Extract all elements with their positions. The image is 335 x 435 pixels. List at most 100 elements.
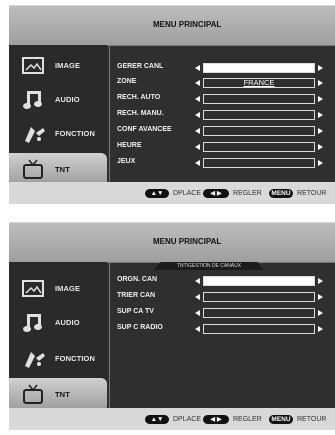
row-label: HEURE xyxy=(117,142,142,149)
left-arrow-icon[interactable] xyxy=(195,65,200,71)
hint-move-label: DPLACE xyxy=(173,415,202,423)
hint-move: ▲▼ DPLACE xyxy=(145,414,201,424)
menu-row-zone[interactable]: ZONE FRANCE xyxy=(117,77,335,89)
menu-row-sup-c-radio[interactable]: SUP C RADIO xyxy=(117,323,335,335)
value-field xyxy=(203,94,315,104)
sidebar-item-label: IMAGE xyxy=(55,284,81,293)
menu-row-gerer-canl[interactable]: GERER CANL xyxy=(117,62,335,74)
menu-row-conf-avancee[interactable]: CONF AVANCEE xyxy=(117,125,335,137)
function-tools-icon xyxy=(25,127,45,143)
function-tools-icon xyxy=(25,352,45,368)
right-arrow-icon[interactable] xyxy=(318,160,323,166)
value-field xyxy=(203,63,315,73)
right-arrow-icon[interactable] xyxy=(318,294,323,300)
right-arrow-icon[interactable] xyxy=(318,96,323,102)
right-arrow-icon[interactable] xyxy=(318,65,323,71)
hint-move: ▲▼ DPLACE xyxy=(145,188,201,198)
sidebar-item-image[interactable]: IMAGE xyxy=(9,49,107,83)
right-arrow-icon[interactable] xyxy=(318,278,323,284)
value-field: FRANCE xyxy=(203,78,315,88)
right-arrow-icon[interactable] xyxy=(318,80,323,86)
sidebar: IMAGE AUDIO FONCTION TNT xyxy=(9,45,107,187)
value-field xyxy=(203,292,315,302)
left-arrow-icon[interactable] xyxy=(195,326,200,332)
tv-icon xyxy=(23,159,43,179)
value-field xyxy=(203,126,315,136)
value-field xyxy=(203,110,315,120)
row-label: RECH. MANU. xyxy=(117,110,164,117)
hint-adjust-label: REGLER xyxy=(233,189,262,197)
hint-adjust: ◀ ▶ REGLER xyxy=(203,188,262,198)
menu-row-rech-manu[interactable]: RECH. MANU. xyxy=(117,109,335,121)
hint-back: MENU RETOUR xyxy=(269,414,326,424)
picture-icon xyxy=(22,57,44,74)
row-label: ZONE xyxy=(117,78,137,85)
sidebar-item-image[interactable]: IMAGE xyxy=(9,272,107,306)
sidebar-item-fonction[interactable]: FONCTION xyxy=(9,342,107,376)
left-arrow-icon[interactable] xyxy=(195,144,200,150)
sidebar-item-label: IMAGE xyxy=(55,61,81,70)
left-arrow-icon[interactable] xyxy=(195,278,200,284)
right-arrow-icon[interactable] xyxy=(318,310,323,316)
value-field xyxy=(203,308,315,318)
row-label: TRIER CAN xyxy=(117,292,156,299)
main-menu-panel: MENU PRINCIPAL IMAGE AUDIO FONCTION TNT … xyxy=(9,5,335,204)
hint-back: MENU RETOUR xyxy=(269,188,326,198)
row-label: SUP CA TV xyxy=(117,308,154,315)
sidebar: IMAGE AUDIO FONCTION TNT xyxy=(9,262,107,412)
breadcrumb-label: TNT\GESTION DE CANAUX xyxy=(176,263,242,269)
right-arrow-icon[interactable] xyxy=(318,112,323,118)
menu-title: MENU PRINCIPAL xyxy=(153,237,222,246)
left-arrow-icon[interactable] xyxy=(195,96,200,102)
sidebar-item-audio[interactable]: AUDIO xyxy=(9,83,107,117)
menu-row-heure[interactable]: HEURE xyxy=(117,141,335,153)
sidebar-item-label: TNT xyxy=(55,165,70,174)
hint-move-label: DPLACE xyxy=(173,189,202,197)
menu-row-sup-ca-tv[interactable]: SUP CA TV xyxy=(117,307,335,319)
right-arrow-icon[interactable] xyxy=(318,128,323,134)
hint-adjust: ◀ ▶ REGLER xyxy=(203,414,262,424)
row-label: JEUX xyxy=(117,158,136,165)
breadcrumb: TNT\GESTION DE CANAUX xyxy=(154,262,264,270)
right-arrow-icon[interactable] xyxy=(318,326,323,332)
key-hint-bar: ▲▼ DPLACE ◀ ▶ REGLER MENU RETOUR xyxy=(9,182,335,204)
sidebar-item-label: AUDIO xyxy=(55,318,80,327)
hint-back-label: RETOUR xyxy=(297,415,327,423)
up-down-key-icon: ▲▼ xyxy=(145,414,169,424)
row-label: GERER CANL xyxy=(117,63,164,70)
menu-row-orgn-can[interactable]: ORGN. CAN xyxy=(117,275,335,287)
row-label: CONF AVANCEE xyxy=(117,126,172,133)
sidebar-item-label: TNT xyxy=(55,390,70,399)
left-arrow-icon[interactable] xyxy=(195,128,200,134)
value-field xyxy=(203,324,315,334)
sidebar-item-tnt[interactable]: TNT xyxy=(9,378,107,412)
menu-row-jeux[interactable]: JEUX xyxy=(117,157,335,169)
music-note-icon xyxy=(23,314,42,332)
tv-icon xyxy=(23,384,43,404)
menu-row-rech-auto[interactable]: RECH. AUTO xyxy=(117,93,335,105)
row-label: RECH. AUTO xyxy=(117,94,161,101)
up-down-key-icon: ▲▼ xyxy=(145,188,169,198)
row-value: FRANCE xyxy=(243,78,275,87)
left-arrow-icon[interactable] xyxy=(195,294,200,300)
sidebar-item-label: AUDIO xyxy=(55,95,80,104)
value-field xyxy=(203,142,315,152)
menu-row-trier-can[interactable]: TRIER CAN xyxy=(117,291,335,303)
sidebar-item-fonction[interactable]: FONCTION xyxy=(9,117,107,151)
left-right-key-icon: ◀ ▶ xyxy=(203,188,229,198)
right-arrow-icon[interactable] xyxy=(318,144,323,150)
menu-key-icon: MENU xyxy=(269,188,293,198)
left-arrow-icon[interactable] xyxy=(195,310,200,316)
left-arrow-icon[interactable] xyxy=(195,160,200,166)
channel-management-panel: MENU PRINCIPAL TNT\GESTION DE CANAUX IMA… xyxy=(9,222,335,430)
value-field xyxy=(203,276,315,286)
menu-title: MENU PRINCIPAL xyxy=(153,20,222,29)
sidebar-item-label: FONCTION xyxy=(55,129,95,138)
row-label: SUP C RADIO xyxy=(117,324,163,331)
sidebar-item-label: FONCTION xyxy=(55,354,95,363)
music-note-icon xyxy=(23,91,42,109)
left-arrow-icon[interactable] xyxy=(195,80,200,86)
sidebar-item-audio[interactable]: AUDIO xyxy=(9,306,107,340)
left-arrow-icon[interactable] xyxy=(195,112,200,118)
left-right-key-icon: ◀ ▶ xyxy=(203,414,229,424)
